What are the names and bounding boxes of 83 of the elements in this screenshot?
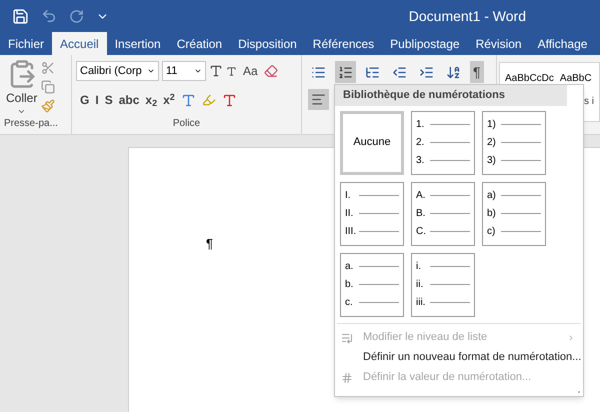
list-marker: A. [416,189,426,203]
format-button[interactable]: x$^{2}$ [163,91,175,109]
outdent-icon [392,64,407,80]
caret-icon[interactable] [17,107,26,116]
numbering-icon [341,372,353,384]
numbering-button[interactable] [335,61,356,83]
save-icon[interactable] [12,8,29,24]
list-marker: c) [487,225,496,239]
caret-icon [194,67,202,75]
format-button[interactable]: S [104,91,113,109]
list-marker: ii. [416,278,424,292]
list-marker: i. [416,260,422,274]
numbering-tile[interactable]: A. B. C. [411,182,475,246]
eraser-icon[interactable] [264,64,278,78]
font-size-field[interactable]: 11 [162,61,206,81]
multilevel-icon [365,64,380,80]
list-marker: b) [487,207,497,221]
cut-icon[interactable] [41,61,56,75]
ribbon-tab[interactable]: Publipostage [382,32,468,55]
indent-icon [341,332,353,344]
pilcrow-button[interactable]: ¶ [470,61,484,83]
format-button[interactable]: abc [118,91,140,109]
numbering-tile[interactable]: a) b) c) [482,182,546,246]
redo-icon[interactable] [69,8,84,24]
ribbon-tab[interactable]: Accueil [52,32,107,55]
dropdown-heading: Bibliothèque de numérotations [335,85,567,106]
group-label: Presse-pa... [3,117,59,131]
list-marker: a) [487,189,497,203]
list-marker: III. [345,225,357,239]
list-marker: 3. [416,154,426,168]
style-caption: s i [584,95,594,109]
undo-icon[interactable] [41,8,57,24]
numbering-tile[interactable]: 1. 2. 3. [411,110,475,174]
font-name-field[interactable]: Calibri (Corp [76,61,159,81]
ribbon-tab[interactable]: Références [304,32,382,55]
format-button[interactable]: I [95,91,99,109]
ribbon-tab[interactable]: Disposition [230,32,305,55]
shrink-font-icon[interactable] [226,66,237,76]
list-marker: C. [416,225,427,239]
bullets-icon [311,64,326,80]
menu-item[interactable]: Définir un nouveau format de numérotation... [335,348,583,368]
list-marker: 3) [487,154,497,168]
font-color-icon[interactable] [222,92,237,108]
format-button[interactable]: G [80,91,90,109]
text-effects-icon[interactable] [180,92,196,108]
group-label: Police [172,117,202,131]
numbering-tile[interactable]: I. II. III. [340,182,404,246]
list-marker: I. [345,189,352,203]
submenu-icon [567,334,575,342]
list-marker: 2. [416,136,426,150]
ribbon-tab[interactable]: Révision [468,32,530,55]
grow-font-icon[interactable] [209,64,223,78]
ribbon-tab[interactable]: Fichier [0,32,52,55]
style-preview[interactable]: AaBbC [560,71,592,86]
list-marker: II. [345,207,354,221]
window-title: Document1 - Word [408,6,526,26]
numbering-tile[interactable]: a. b. c. [340,252,404,316]
numbering-icon [338,64,353,80]
list-marker: c. [345,296,354,310]
copy-icon[interactable] [41,80,56,94]
align-left-button[interactable] [308,89,329,110]
caret-icon [147,67,155,75]
paste-button[interactable]: Coller [6,89,38,107]
list-marker: iii. [416,296,426,310]
list-marker: a. [345,260,354,274]
list-marker: B. [416,207,426,221]
format-button[interactable]: x$_{2}$ [145,91,158,109]
list-marker: 2) [487,136,497,150]
indent-icon [419,64,434,80]
style-preview[interactable]: AaBbCcDc [505,71,554,86]
sort-icon [446,64,461,80]
list-marker: 1) [487,118,497,132]
ribbon-tab[interactable]: Affichage [530,32,596,55]
paragraph-mark: ¶ [206,236,213,251]
change-case-button[interactable]: Aa [240,62,261,80]
numbering-tile[interactable]: i. ii. iii. [411,252,475,316]
list-marker: 1. [416,118,426,132]
ribbon-tab[interactable]: Insertion [106,32,169,55]
ribbon-tab[interactable]: Création [168,32,230,55]
numbering-tile[interactable]: 1) 2) 3) [482,110,546,174]
numbering-tile[interactable]: Aucune [340,110,404,174]
list-marker: b. [345,278,354,292]
align-left-icon [311,92,326,107]
